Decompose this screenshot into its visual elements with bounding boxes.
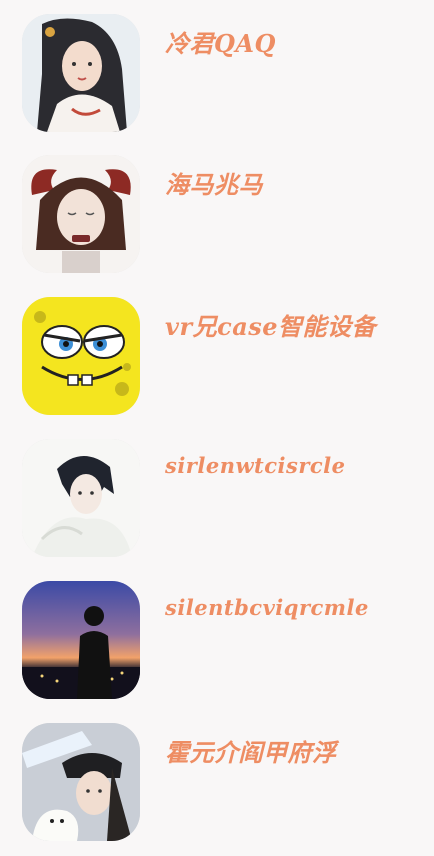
- avatar-spongebob-icon[interactable]: [22, 297, 140, 415]
- contact-name: sirlenwtcisrcle: [165, 453, 346, 478]
- contact-row[interactable]: 海马兆马: [0, 155, 434, 275]
- avatar-horned-girl-icon[interactable]: [22, 155, 140, 273]
- contact-row[interactable]: 冷君QAQ: [0, 14, 434, 134]
- contact-name: 海马兆马: [165, 170, 263, 199]
- contact-row[interactable]: 霍元介阎甲府浮: [0, 723, 434, 843]
- contact-list: 冷君QAQ 海马兆马 vr兄case智能设备 sirlenwtcisrcle s…: [0, 0, 434, 856]
- avatar-anime-boy-icon[interactable]: [22, 439, 140, 557]
- avatar-girl-with-dog-icon[interactable]: [22, 723, 140, 841]
- avatar-ancient-lady-icon[interactable]: [22, 14, 140, 132]
- contact-name: 冷君QAQ: [165, 29, 276, 58]
- contact-row[interactable]: sirlenwtcisrcle: [0, 439, 434, 559]
- contact-name: 霍元介阎甲府浮: [165, 738, 337, 767]
- contact-row[interactable]: vr兄case智能设备: [0, 297, 434, 417]
- contact-name: vr兄case智能设备: [165, 312, 377, 341]
- avatar-sunset-silhouette-icon[interactable]: [22, 581, 140, 699]
- contact-name: silentbcviqrcmle: [165, 595, 369, 620]
- contact-row[interactable]: silentbcviqrcmle: [0, 581, 434, 701]
